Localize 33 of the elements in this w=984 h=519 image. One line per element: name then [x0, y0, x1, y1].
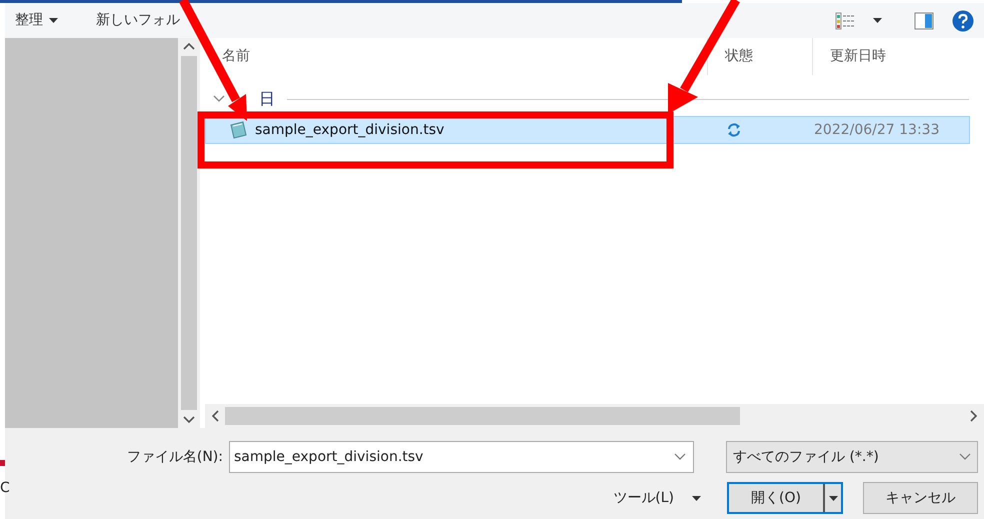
help-icon[interactable]	[952, 10, 974, 32]
file-date: 2022/06/27 13:33	[814, 120, 940, 140]
column-header[interactable]: 名前	[205, 38, 708, 75]
open-button[interactable]: 開く(O)	[727, 482, 843, 514]
scroll-right-icon[interactable]	[970, 410, 978, 422]
tools-button[interactable]: ツール(L)	[607, 482, 707, 514]
toolbar-button[interactable]: 整理	[15, 10, 58, 31]
preview-pane-icon[interactable]	[914, 12, 934, 30]
view-menu-caret-icon	[873, 18, 882, 23]
column-header[interactable]: 更新日時	[813, 38, 984, 75]
horizontal-scrollbar[interactable]	[205, 404, 984, 428]
caret-icon	[692, 496, 701, 500]
column-header[interactable]: 状態	[708, 38, 813, 75]
file-icon	[228, 121, 248, 139]
dropdown-icon[interactable]	[674, 453, 686, 461]
file-row[interactable]: sample_export_division.tsv 2022/06/27 13:33	[205, 116, 970, 144]
dropdown-icon	[959, 453, 971, 461]
caret-icon	[828, 496, 838, 500]
cancel-button[interactable]: キャンセル	[863, 482, 978, 514]
file-name: sample_export_division.tsv	[255, 120, 444, 140]
toolbar-button[interactable]: 新しいフォル	[96, 10, 180, 31]
view-options-icon[interactable]	[835, 12, 855, 30]
collapse-icon[interactable]	[213, 95, 225, 103]
filename-field[interactable]: sample_export_division.tsv	[229, 441, 694, 473]
filename-label: ファイル名(N):	[126, 448, 223, 466]
background-text: C	[0, 479, 10, 498]
group-header[interactable]: 日	[259, 87, 275, 111]
scroll-left-icon[interactable]	[211, 410, 219, 422]
caret-icon	[49, 18, 58, 23]
vertical-scrollbar[interactable]	[178, 38, 200, 428]
scroll-down-icon[interactable]	[183, 416, 195, 424]
file-type-select[interactable]: すべてのファイル (*.*)	[726, 441, 978, 473]
scroll-up-icon[interactable]	[183, 42, 195, 50]
